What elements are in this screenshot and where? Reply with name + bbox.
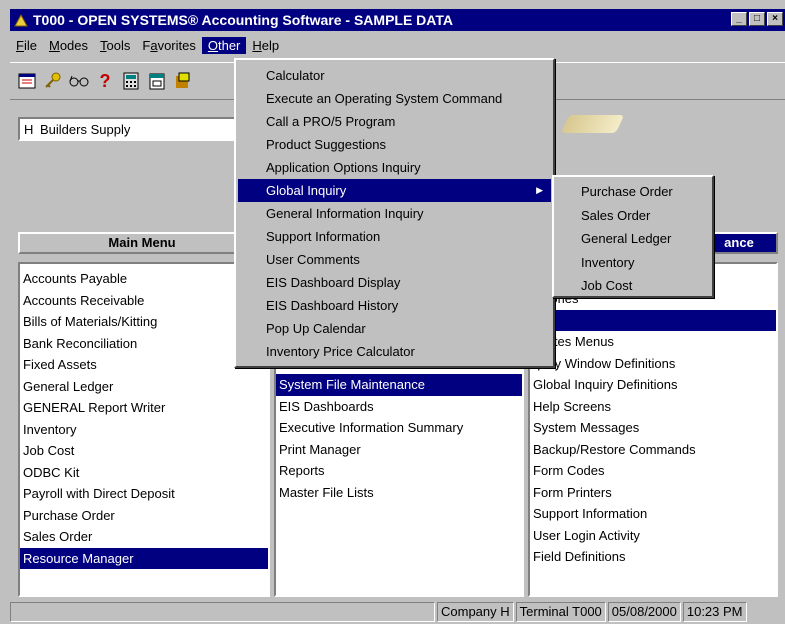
menu-item-product-suggestions[interactable]: Product Suggestions [236,133,553,156]
list-item[interactable]: Backup/Restore Commands [530,439,776,461]
list-item[interactable]: Bank Reconciliation [20,333,268,355]
list-item[interactable]: Inventory [20,419,268,441]
menu-item-global-inquiry[interactable]: Global Inquiry ▶ [238,179,551,202]
menu-tools[interactable]: Tools [94,37,136,54]
list-item[interactable]: Print Manager [276,439,522,461]
main-menu-header: Main Menu [18,232,266,254]
submenu-item-job-cost[interactable]: Job Cost [554,274,712,298]
company-code: H [24,121,34,137]
list-item[interactable]: Fixed Assets [20,354,268,376]
minimize-button[interactable]: _ [731,12,747,26]
list-item[interactable]: Executive Information Summary [276,417,522,439]
list-item[interactable]: Job Cost [20,440,268,462]
company-name: Builders Supply [40,121,131,137]
list-item[interactable]: quiry Window Definitions [530,353,776,375]
submenu-item-purchase-order[interactable]: Purchase Order [554,180,712,204]
window-icon[interactable] [16,70,38,92]
list-item[interactable]: Form Printers [530,482,776,504]
list-item-selected[interactable]: Resource Manager [20,547,268,569]
global-inquiry-submenu: Purchase Order Sales Order General Ledge… [552,175,714,298]
menu-file[interactable]: File [10,37,43,54]
list-item[interactable]: Purchase Order [20,505,268,527]
glasses-icon[interactable] [68,70,90,92]
window-title: T000 - OPEN SYSTEMS® Accounting Software… [33,12,453,28]
menu-help[interactable]: Help [246,37,285,54]
main-menu-list: Accounts Payable Accounts Receivable Bil… [18,262,270,597]
list-item[interactable]: EIS Dashboards [276,396,522,418]
menu-item-inventory-price-calculator[interactable]: Inventory Price Calculator [236,340,553,363]
maximize-button[interactable]: □ [749,12,765,26]
menu-item-application-options-inquiry[interactable]: Application Options Inquiry [236,156,553,179]
menu-item-support-information[interactable]: Support Information [236,225,553,248]
list-item[interactable]: General Ledger [20,376,268,398]
options-list: ectories nus vorites Menus quiry Window … [528,262,778,597]
list-item-selected[interactable]: nus [530,309,776,331]
submenu-item-sales-order[interactable]: Sales Order [554,204,712,228]
list-item[interactable]: Sales Order [20,526,268,548]
close-button[interactable]: × [767,12,783,26]
list-item[interactable]: Form Codes [530,460,776,482]
list-item[interactable]: Bills of Materials/Kitting [20,311,268,333]
status-bar: Company H Terminal T000 05/08/2000 10:23… [10,602,785,624]
list-item[interactable]: Support Information [530,503,776,525]
menu-item-eis-dashboard-history[interactable]: EIS Dashboard History [236,294,553,317]
list-item[interactable]: User Login Activity [530,525,776,547]
menu-item-general-information-inquiry[interactable]: General Information Inquiry [236,202,553,225]
submenu-item-general-ledger[interactable]: General Ledger [554,227,712,251]
list-item[interactable]: Master File Lists [276,482,522,504]
status-date: 05/08/2000 [607,602,681,622]
list-item[interactable]: Field Definitions [530,546,776,568]
key-icon[interactable] [42,70,64,92]
menu-item-call-pro5-program[interactable]: Call a PRO/5 Program [236,110,553,133]
status-time: 10:23 PM [682,602,747,622]
app-window: T000 - OPEN SYSTEMS® Accounting Software… [0,0,785,624]
status-message [10,602,435,622]
menu-favorites[interactable]: Favorites [136,37,201,54]
list-item[interactable]: Payroll with Direct Deposit [20,483,268,505]
status-terminal: Terminal T000 [515,602,606,622]
list-item[interactable]: Accounts Payable [20,268,268,290]
menu-item-calculator[interactable]: Calculator [236,64,553,87]
tools-icon[interactable] [172,70,194,92]
list-item[interactable]: Reports [276,460,522,482]
company-field[interactable]: H Builders Supply [18,117,238,141]
list-item[interactable]: Global Inquiry Definitions [530,374,776,396]
submenu-item-inventory[interactable]: Inventory [554,251,712,275]
list-item[interactable]: Accounts Receivable [20,290,268,312]
menu-item-user-comments[interactable]: User Comments [236,248,553,271]
menu-modes[interactable]: Modes [43,37,94,54]
list-item[interactable]: vorites Menus [530,331,776,353]
list-item[interactable]: GENERAL Report Writer [20,397,268,419]
status-company: Company H [437,602,514,622]
list-item-selected[interactable]: System File Maintenance [276,374,522,396]
other-menu-dropdown: Calculator Execute an Operating System C… [234,58,555,368]
help-icon[interactable]: ? [94,70,116,92]
menu-bar: File Modes Tools Favorites Other Help [10,34,285,56]
list-item[interactable]: Help Screens [530,396,776,418]
menu-item-eis-dashboard-display[interactable]: EIS Dashboard Display [236,271,553,294]
list-item[interactable]: ODBC Kit [20,462,268,484]
menu-item-global-inquiry-label: Global Inquiry [266,183,347,198]
product-logo [560,115,625,133]
calculator-icon[interactable] [120,70,142,92]
menu-other[interactable]: Other [201,36,247,54]
menu-item-pop-up-calendar[interactable]: Pop Up Calendar [236,317,553,340]
app-logo-icon [14,13,28,27]
submenu-arrow-icon: ▶ [536,185,543,195]
title-bar[interactable]: T000 - OPEN SYSTEMS® Accounting Software… [10,9,785,31]
list-item[interactable]: System Messages [530,417,776,439]
menu-item-execute-os-command[interactable]: Execute an Operating System Command [236,87,553,110]
calendar-icon[interactable] [146,70,168,92]
